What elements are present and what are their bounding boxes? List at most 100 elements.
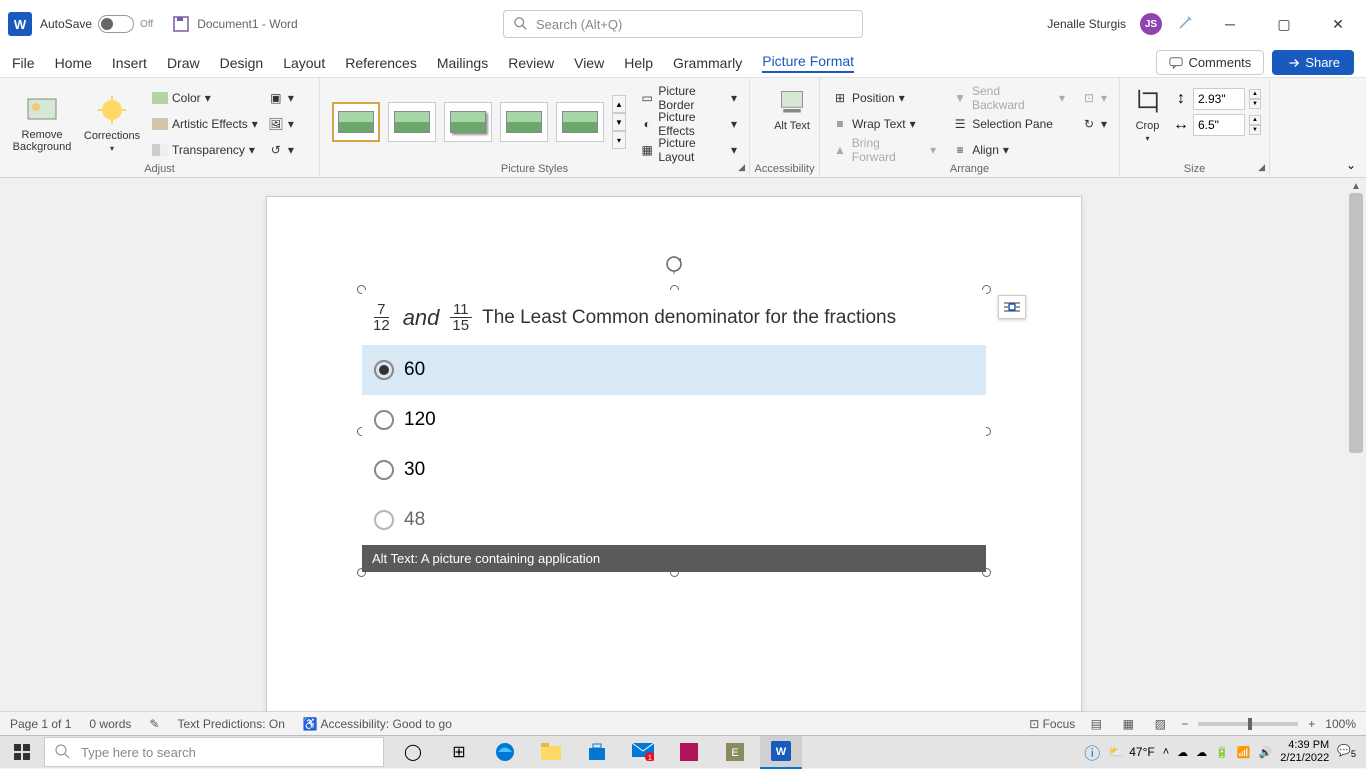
onedrive-icon-2[interactable]: ☁ (1196, 746, 1207, 759)
collapse-ribbon[interactable]: ⌄ (1346, 158, 1356, 172)
weather-widget[interactable]: ⛅ 47°F (1108, 745, 1154, 759)
onedrive-icon[interactable]: ☁ (1177, 746, 1188, 759)
tab-grammarly[interactable]: Grammarly (673, 55, 742, 71)
gallery-more[interactable]: ▾ (612, 131, 626, 149)
height-down[interactable]: ▼ (1249, 99, 1261, 109)
picture-layout-button[interactable]: ▦Picture Layout ▾ (636, 138, 741, 162)
wifi-icon[interactable]: 📶 (1237, 746, 1251, 759)
width-down[interactable]: ▼ (1249, 125, 1261, 135)
read-mode[interactable]: ▤ (1085, 715, 1107, 733)
color-button[interactable]: Color ▾ (148, 86, 262, 110)
width-up[interactable]: ▲ (1249, 115, 1261, 125)
position-button[interactable]: ⊞Position ▾ (828, 86, 940, 110)
cortana-icon[interactable]: ◯ (392, 736, 434, 769)
edge-icon[interactable] (484, 736, 526, 769)
crop-button[interactable]: Crop▾ (1128, 82, 1167, 143)
scroll-up[interactable]: ▲ (1348, 178, 1364, 194)
tab-picture-format[interactable]: Picture Format (762, 53, 854, 73)
focus-mode[interactable]: ⊡ Focus (1029, 717, 1075, 731)
send-backward-button[interactable]: ▼Send Backward ▾ (948, 86, 1069, 110)
gallery-down[interactable]: ▼ (612, 113, 626, 131)
selected-picture[interactable]: 7 12 and 11 15 The Least Common denomina… (362, 290, 986, 572)
zoom-level[interactable]: 100% (1325, 717, 1356, 731)
tab-insert[interactable]: Insert (112, 55, 147, 71)
comments-button[interactable]: Comments (1156, 50, 1264, 75)
help-icon[interactable]: ⓘ (1084, 740, 1100, 764)
scroll-thumb[interactable] (1349, 193, 1363, 453)
align-button[interactable]: ≡Align ▾ (948, 138, 1069, 162)
print-layout[interactable]: ▦ (1117, 715, 1139, 733)
remove-background-button[interactable]: Remove Background (8, 82, 76, 162)
accessibility-status[interactable]: ♿ Accessibility: Good to go (303, 717, 452, 731)
tab-review[interactable]: Review (508, 55, 554, 71)
tab-view[interactable]: View (574, 55, 604, 71)
tab-help[interactable]: Help (624, 55, 653, 71)
style-thumb-5[interactable] (556, 102, 604, 142)
width-input[interactable] (1193, 114, 1245, 136)
notifications-icon[interactable]: 💬5 (1337, 744, 1356, 759)
share-button[interactable]: Share (1272, 50, 1354, 75)
wrap-text-button[interactable]: ≡Wrap Text ▾ (828, 112, 940, 136)
change-picture-button[interactable]: 🖼▾ (264, 112, 298, 136)
app-icon-2[interactable]: E (714, 736, 756, 769)
taskbar-search[interactable]: Type here to search (44, 737, 384, 767)
style-thumb-1[interactable] (332, 102, 380, 142)
rotate-button[interactable]: ↻▾ (1077, 112, 1111, 136)
tray-chevron[interactable]: ˄ (1163, 746, 1169, 758)
zoom-out[interactable]: − (1181, 717, 1188, 731)
picture-effects-button[interactable]: ◐Picture Effects ▾ (636, 112, 741, 136)
layout-options-badge[interactable] (998, 295, 1026, 319)
vertical-scrollbar[interactable]: ▲ ▼ (1348, 178, 1364, 733)
minimize-button[interactable]: ─ (1210, 10, 1250, 38)
web-layout[interactable]: ▨ (1149, 715, 1171, 733)
reset-picture-button[interactable]: ↺▾ (264, 138, 298, 162)
size-dialog-launcher[interactable]: ◢ (1258, 162, 1265, 173)
volume-icon[interactable]: 🔊 (1259, 746, 1273, 759)
close-button[interactable]: ✕ (1318, 10, 1358, 38)
tab-references[interactable]: References (345, 55, 417, 71)
style-thumb-4[interactable] (500, 102, 548, 142)
styles-gallery[interactable]: ▲ ▼ ▾ (328, 82, 630, 162)
tab-file[interactable]: File (12, 55, 35, 71)
corrections-button[interactable]: Corrections▾ (78, 82, 146, 162)
task-view-icon[interactable]: ⊞ (438, 736, 480, 769)
mail-icon[interactable]: 1 (622, 736, 664, 769)
clock[interactable]: 4:39 PM 2/21/2022 (1280, 739, 1329, 765)
group-button[interactable]: ⊡▾ (1077, 86, 1111, 110)
word-taskbar-icon[interactable]: W (760, 736, 802, 769)
text-predictions[interactable]: Text Predictions: On (177, 717, 284, 731)
page-status[interactable]: Page 1 of 1 (10, 717, 71, 731)
gallery-up[interactable]: ▲ (612, 95, 626, 113)
spellcheck-icon[interactable]: ✎ (149, 717, 159, 731)
alt-text-button[interactable]: Alt Text (758, 82, 826, 132)
autosave-toggle[interactable]: AutoSave Off (40, 15, 153, 33)
battery-icon[interactable]: 🔋 (1215, 746, 1229, 759)
styles-dialog-launcher[interactable]: ◢ (738, 162, 745, 173)
word-count[interactable]: 0 words (89, 717, 131, 731)
height-up[interactable]: ▲ (1249, 89, 1261, 99)
compress-button[interactable]: ▣▾ (264, 86, 298, 110)
maximize-button[interactable]: ▢ (1264, 10, 1304, 38)
tab-home[interactable]: Home (55, 55, 92, 71)
height-input[interactable] (1193, 88, 1245, 110)
user-avatar[interactable]: JS (1140, 13, 1162, 35)
zoom-slider[interactable] (1198, 722, 1298, 726)
rotate-handle[interactable] (664, 254, 684, 274)
tab-draw[interactable]: Draw (167, 55, 200, 71)
transparency-button[interactable]: Transparency ▾ (148, 138, 262, 162)
tab-design[interactable]: Design (220, 55, 264, 71)
zoom-in[interactable]: + (1308, 717, 1315, 731)
search-input[interactable]: Search (Alt+Q) (503, 10, 863, 38)
app-icon-1[interactable] (668, 736, 710, 769)
style-thumb-2[interactable] (388, 102, 436, 142)
mic-icon[interactable] (1176, 14, 1196, 34)
store-icon[interactable] (576, 736, 618, 769)
toggle-switch[interactable] (98, 15, 134, 33)
explorer-icon[interactable] (530, 736, 572, 769)
start-button[interactable] (0, 736, 44, 769)
save-icon[interactable] (173, 16, 189, 32)
tab-mailings[interactable]: Mailings (437, 55, 488, 71)
style-thumb-3[interactable] (444, 102, 492, 142)
bring-forward-button[interactable]: ▲Bring Forward ▾ (828, 138, 940, 162)
tab-layout[interactable]: Layout (283, 55, 325, 71)
